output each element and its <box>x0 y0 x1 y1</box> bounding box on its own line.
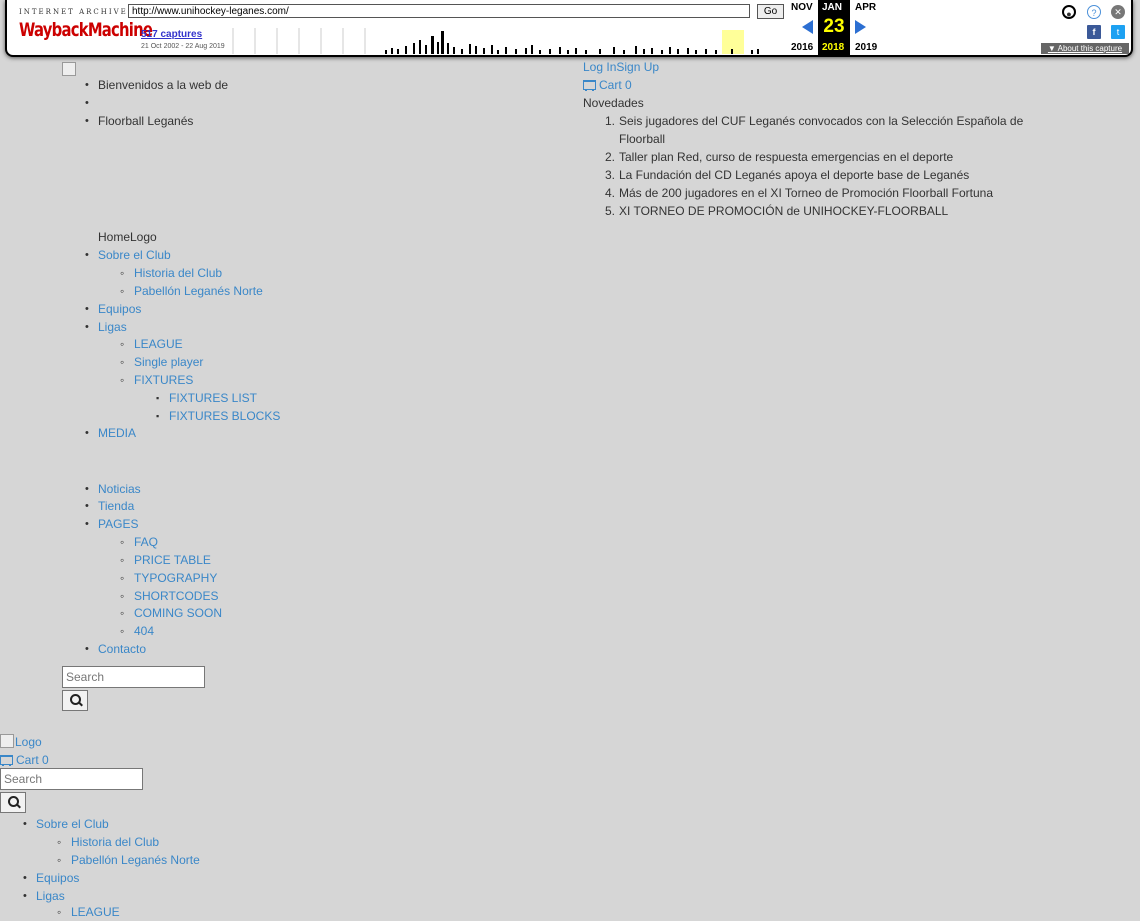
nav-single-player[interactable]: Single player <box>120 353 203 371</box>
current-year: 2018 <box>822 42 845 53</box>
cart-icon <box>583 80 596 91</box>
nav-fixtures-list[interactable]: FIXTURES LIST <box>156 389 257 407</box>
mobile-logo[interactable]: Logo <box>0 733 42 751</box>
intro-item: Bienvenidos a la web de <box>85 76 228 94</box>
login-link[interactable]: Log In <box>583 60 616 74</box>
nav-contacto[interactable]: Contacto <box>85 640 146 658</box>
home-logo-link[interactable]: HomeLogo <box>98 228 157 246</box>
broken-image-icon <box>62 62 76 76</box>
previous-capture-arrow-icon[interactable] <box>802 20 813 34</box>
nav-faq[interactable]: FAQ <box>120 533 158 551</box>
nav-fixtures[interactable]: FIXTURES <box>120 371 193 389</box>
cart-icon <box>0 755 13 766</box>
wayback-url-input[interactable]: http://www.unihockey-leganes.com/ <box>128 4 750 18</box>
broken-image-icon <box>0 734 14 748</box>
mobile-nav-equipos[interactable]: Equipos <box>23 869 79 887</box>
cart-label[interactable]: Cart 0 <box>599 78 632 92</box>
nav-sobre-el-club[interactable]: Sobre el Club <box>85 246 171 264</box>
current-day: 23 <box>823 16 845 37</box>
facebook-icon[interactable]: f <box>1087 25 1101 39</box>
news-item[interactable]: XI TORNEO DE PROMOCIÓN de UNIHOCKEY-FLOO… <box>619 202 948 220</box>
wayback-logo[interactable]: WaybackMachine <box>19 19 153 41</box>
mobile-nav-league[interactable]: LEAGUE <box>57 903 120 921</box>
nav-typography[interactable]: TYPOGRAPHY <box>120 569 217 587</box>
capture-sparkline[interactable] <box>225 28 765 54</box>
prev-month[interactable]: NOV <box>791 2 813 13</box>
mobile-cart-link[interactable]: Cart 0 <box>0 751 49 769</box>
wayback-go-button[interactable]: Go <box>757 4 784 19</box>
news-item-continued[interactable]: Floorball <box>619 130 665 148</box>
about-capture-button[interactable]: ▼ About this capture <box>1041 43 1129 54</box>
news-number: 5. <box>605 204 616 218</box>
wayback-toolbar: INTERNET ARCHIVE WaybackMachine http://w… <box>5 0 1133 57</box>
intro-item: Floorball Leganés <box>85 112 193 130</box>
current-month: JAN <box>822 2 843 13</box>
mobile-search-button[interactable] <box>0 792 26 813</box>
news-item[interactable]: Taller plan Red, curso de respuesta emer… <box>619 148 953 166</box>
nav-pabellon[interactable]: Pabellón Leganés Norte <box>120 282 263 300</box>
nav-price-table[interactable]: PRICE TABLE <box>120 551 211 569</box>
news-item[interactable]: La Fundación del CD Leganés apoya el dep… <box>619 166 969 184</box>
nav-historia[interactable]: Historia del Club <box>120 264 222 282</box>
nav-league[interactable]: LEAGUE <box>120 335 183 353</box>
news-number: 1. <box>605 114 616 128</box>
capture-date-range: 21 Oct 2002 - 22 Aug 2019 <box>141 43 225 50</box>
news-heading: Novedades <box>583 96 644 110</box>
cart-link[interactable]: Cart 0 <box>583 76 632 94</box>
account-links: Log InSign Up <box>583 58 659 76</box>
next-year[interactable]: 2019 <box>855 42 877 53</box>
news-item[interactable]: Más de 200 jugadores en el XI Torneo de … <box>619 184 993 202</box>
nav-404[interactable]: 404 <box>120 622 154 640</box>
next-capture-arrow-icon[interactable] <box>855 20 866 34</box>
nav-noticias[interactable]: Noticias <box>85 480 141 498</box>
nav-ligas[interactable]: Ligas <box>85 318 127 336</box>
news-item[interactable]: Seis jugadores del CUF Leganés convocado… <box>619 112 1023 130</box>
next-month[interactable]: APR <box>855 2 876 13</box>
mobile-nav-historia[interactable]: Historia del Club <box>57 833 159 851</box>
mobile-search-input[interactable]: Search <box>0 768 143 790</box>
search-input[interactable]: Search <box>62 666 205 688</box>
mobile-cart-label[interactable]: Cart 0 <box>16 753 49 767</box>
prev-year[interactable]: 2016 <box>791 42 813 53</box>
wayback-logo-caption: INTERNET ARCHIVE <box>19 8 128 16</box>
nav-fixtures-blocks[interactable]: FIXTURES BLOCKS <box>156 407 280 425</box>
nav-equipos[interactable]: Equipos <box>85 300 141 318</box>
close-icon[interactable]: ✕ <box>1111 5 1125 19</box>
nav-media[interactable]: MEDIA <box>85 424 136 442</box>
search-button[interactable] <box>62 690 88 711</box>
mobile-nav-sobre-el-club[interactable]: Sobre el Club <box>23 815 109 833</box>
news-number: 3. <box>605 168 616 182</box>
nav-shortcodes[interactable]: SHORTCODES <box>120 587 219 605</box>
signup-link[interactable]: Sign Up <box>616 60 659 74</box>
captures-link[interactable]: 517 captures <box>141 29 202 40</box>
nav-pages[interactable]: PAGES <box>85 515 139 533</box>
about-capture-label: About this capture <box>1057 44 1123 53</box>
news-number: 2. <box>605 150 616 164</box>
twitter-icon[interactable]: t <box>1111 25 1125 39</box>
mobile-logo-alt[interactable]: Logo <box>15 735 42 749</box>
help-icon[interactable]: ? <box>1087 5 1101 19</box>
nav-coming-soon[interactable]: COMING SOON <box>120 604 222 622</box>
nav-tienda[interactable]: Tienda <box>85 497 134 515</box>
mobile-nav-pabellon[interactable]: Pabellón Leganés Norte <box>57 851 200 869</box>
account-icon[interactable]: ● <box>1062 5 1076 19</box>
news-number: 4. <box>605 186 616 200</box>
